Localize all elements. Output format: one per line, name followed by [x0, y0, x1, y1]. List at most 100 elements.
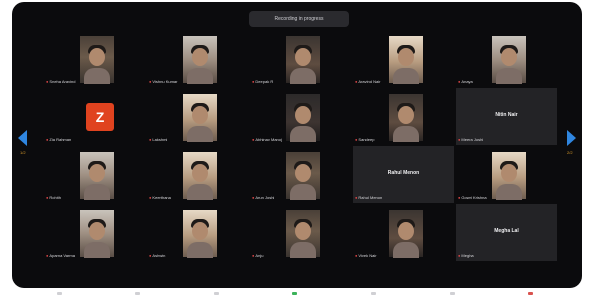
participant-tile[interactable]: Nitin Nair ●Meera Joshi	[456, 88, 557, 145]
participant-silhouette	[295, 164, 311, 182]
video-icon[interactable]	[135, 291, 141, 295]
participant-tile[interactable]: ●Vivek Nair	[353, 204, 454, 261]
participant-tile[interactable]: Z ●Zia Rahman	[44, 88, 145, 145]
page-indicator-right: 2/2	[567, 150, 573, 155]
participants-icon[interactable]	[213, 291, 219, 295]
participant-tile[interactable]: ●Aravind Nair	[353, 30, 454, 87]
participant-name: Arun Joshi	[255, 195, 275, 200]
participant-tile[interactable]: ●Arun Joshi	[250, 146, 351, 203]
participant-video	[492, 36, 526, 84]
participant-tile[interactable]: ●Vishnu Kumar	[147, 30, 248, 87]
participant-center-name: Rahul Menon	[387, 170, 420, 176]
participant-tile[interactable]: ●Rohith	[44, 146, 145, 203]
participant-name: Sandeep	[358, 137, 375, 142]
participant-name: Anju	[255, 253, 264, 258]
participant-video	[389, 36, 423, 84]
participant-video	[183, 36, 217, 84]
participant-video	[492, 152, 526, 200]
participant-name-label: ●Vishnu Kumar	[149, 79, 177, 84]
participant-name-label: ●Lakshmi	[149, 137, 167, 142]
participant-name-label: ●Gowri Krishna	[458, 195, 487, 200]
avatar: Z	[86, 103, 114, 131]
participant-video	[389, 210, 423, 258]
page-indicator-left: 1/2	[20, 150, 26, 155]
participant-silhouette	[393, 126, 419, 142]
leave-icon[interactable]	[528, 291, 534, 295]
participant-name: Lakshmi	[152, 137, 168, 142]
participant-silhouette	[84, 242, 110, 258]
participant-video	[389, 94, 423, 142]
participant-silhouette	[501, 164, 517, 182]
participant-silhouette	[89, 164, 105, 182]
participant-silhouette	[393, 242, 419, 258]
participant-silhouette	[295, 222, 311, 240]
participant-name-label: ●Aravind Nair	[355, 79, 380, 84]
participant-silhouette	[89, 222, 105, 240]
participant-tile[interactable]: ●Sandeep	[353, 88, 454, 145]
participant-video	[183, 210, 217, 258]
participant-tile[interactable]: ●Gowri Krishna	[456, 146, 557, 203]
participant-video	[286, 36, 320, 84]
participant-silhouette	[496, 184, 522, 200]
record-icon[interactable]	[449, 291, 455, 295]
participant-silhouette	[290, 242, 316, 258]
participant-name-label: ●Keerthana	[149, 195, 171, 200]
participant-video	[183, 94, 217, 142]
participant-name-label: ●Anju	[252, 253, 263, 258]
participant-video	[80, 36, 114, 84]
participant-name: Vishnu Kumar	[152, 79, 178, 84]
participant-silhouette	[192, 48, 208, 66]
participant-name-label: ●Aparna Varma	[46, 253, 75, 258]
participant-tile[interactable]: ●Ashwin	[147, 204, 248, 261]
participant-video	[80, 152, 114, 200]
next-page-arrow-icon[interactable]	[567, 130, 576, 146]
participant-center-name: Megha Lal	[494, 228, 519, 234]
participant-tile[interactable]: ●Lakshmi	[147, 88, 248, 145]
participant-name: Rohith	[49, 195, 61, 200]
participant-video	[80, 210, 114, 258]
recording-status-pill[interactable]: Recording in progress	[249, 11, 349, 27]
participant-video	[286, 152, 320, 200]
participant-name-label: ●Anaya	[458, 79, 473, 84]
participant-silhouette	[89, 48, 105, 66]
participant-name: Megha	[461, 253, 474, 258]
participant-grid: ●Sneha Aravind ●Vishnu Kumar ●Deepak R ●Ara…	[44, 30, 557, 261]
participant-tile[interactable]: ●Abhinav Manoj	[250, 88, 351, 145]
participant-name-label: ●Abhinav Manoj	[252, 137, 282, 142]
participant-tile[interactable]: ●Deepak R	[250, 30, 351, 87]
participant-video	[286, 94, 320, 142]
participant-silhouette	[187, 68, 213, 84]
meeting-window: Recording in progress ●Sneha Aravind ●Vis…	[12, 2, 582, 288]
participant-silhouette	[192, 164, 208, 182]
chat-icon[interactable]	[371, 291, 377, 295]
participant-tile[interactable]: Rahul Menon ●Rahul Menon	[353, 146, 454, 203]
participant-name-label: ●Megha	[458, 253, 474, 258]
participant-silhouette	[496, 68, 522, 84]
participant-tile[interactable]: ●Anaya	[456, 30, 557, 87]
participant-tile[interactable]: ●Anju	[250, 204, 351, 261]
participant-name-label: ●Vivek Nair	[355, 253, 377, 258]
participant-tile[interactable]: ●Aparna Varma	[44, 204, 145, 261]
meeting-toolbar	[20, 289, 570, 297]
share-screen-icon[interactable]	[292, 291, 298, 295]
previous-page-arrow-icon[interactable]	[18, 130, 27, 146]
participant-silhouette	[290, 68, 316, 84]
participant-name: Deepak R	[255, 79, 274, 84]
participant-tile[interactable]: ●Sneha Aravind	[44, 30, 145, 87]
participant-name-label: ●Arun Joshi	[252, 195, 274, 200]
participant-tile[interactable]: ●Keerthana	[147, 146, 248, 203]
mute-icon[interactable]	[56, 291, 62, 295]
participant-name: Aravind Nair	[358, 79, 381, 84]
participant-name: Anaya	[461, 79, 473, 84]
participant-silhouette	[192, 222, 208, 240]
participant-silhouette	[393, 68, 419, 84]
participant-name-label: ●Rohith	[46, 195, 61, 200]
participant-tile[interactable]: Megha Lal ●Megha	[456, 204, 557, 261]
participant-silhouette	[187, 184, 213, 200]
participant-name: Aparna Varma	[49, 253, 75, 258]
participant-silhouette	[192, 106, 208, 124]
participant-name: Ashwin	[152, 253, 166, 258]
participant-name: Rahul Menon	[358, 195, 383, 200]
participant-name: Sneha Aravind	[49, 79, 76, 84]
participant-silhouette	[398, 48, 414, 66]
